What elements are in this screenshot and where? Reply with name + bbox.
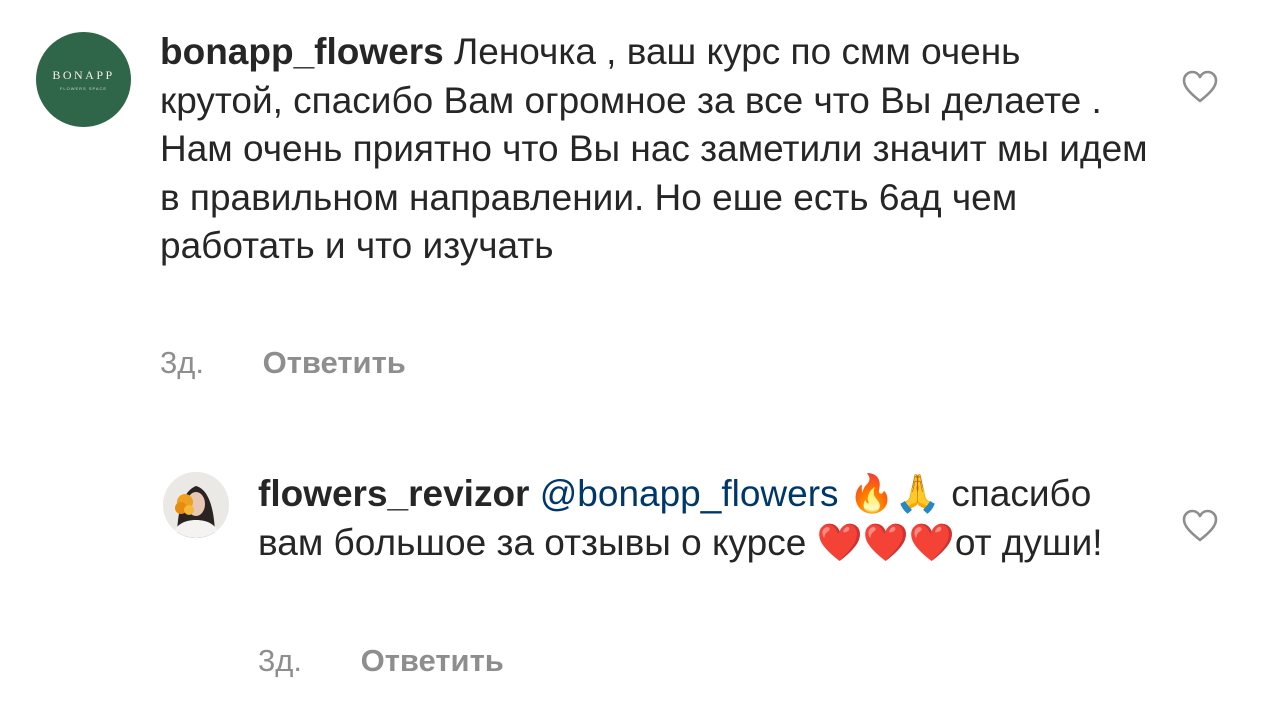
- avatar-logo-text: BONAPP: [52, 68, 115, 82]
- mention-link[interactable]: @bonapp_flowers: [540, 473, 839, 514]
- username-link[interactable]: bonapp_flowers: [160, 31, 444, 72]
- comment-body: bonapp_flowers Леночка , ваш курс по смм…: [160, 28, 1150, 271]
- emoji-hearts: ❤️❤️❤️: [816, 520, 955, 564]
- timestamp[interactable]: 3д.: [258, 643, 302, 679]
- timestamp[interactable]: 3д.: [160, 345, 204, 381]
- comment-body: flowers_revizor @bonapp_flowers 🔥🙏 спаси…: [258, 470, 1138, 567]
- heart-outline-icon[interactable]: [1182, 509, 1218, 543]
- emoji-fire-pray: 🔥🙏: [848, 472, 941, 515]
- avatar[interactable]: BONAPP FLOWERS SPACE: [36, 32, 131, 127]
- avatar-photo: [163, 472, 229, 538]
- username-link[interactable]: flowers_revizor: [258, 473, 529, 514]
- comment-text-end: от души!: [954, 521, 1103, 563]
- reply-button[interactable]: Ответить: [263, 345, 406, 380]
- reply-button[interactable]: Ответить: [361, 643, 504, 678]
- avatar-logo-subtext: FLOWERS SPACE: [59, 86, 108, 91]
- avatar[interactable]: [163, 472, 229, 538]
- heart-outline-icon[interactable]: [1182, 70, 1218, 104]
- comment-meta: 3д. Ответить: [160, 345, 406, 381]
- comment-flowers-revizor: flowers_revizor @bonapp_flowers 🔥🙏 спаси…: [0, 460, 1284, 700]
- comment-bonapp-flowers: BONAPP FLOWERS SPACE bonapp_flowers Лено…: [0, 0, 1284, 400]
- comment-meta: 3д. Ответить: [258, 643, 504, 679]
